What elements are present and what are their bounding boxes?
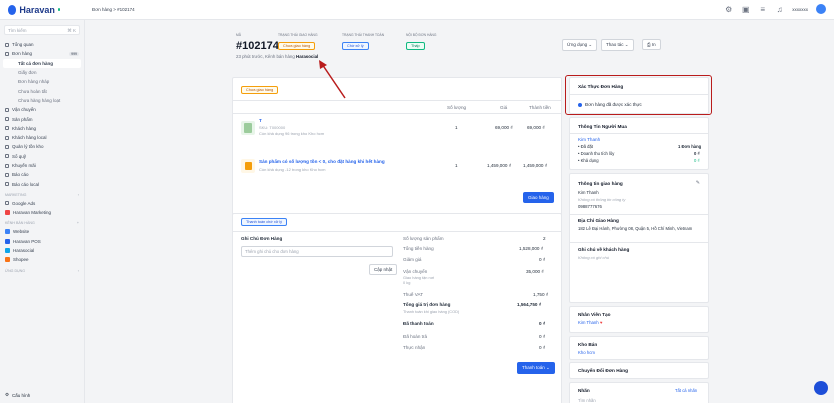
search-input[interactable]: Tìm kiếm ⌘ K [4, 25, 80, 35]
chevron-right-icon: › [77, 192, 79, 197]
gear-icon: ⚙ [5, 392, 10, 397]
chevron-right-icon: › [77, 268, 79, 273]
sidebar-item-google-ads[interactable]: Google Ads [0, 199, 84, 208]
box-icon [5, 144, 9, 149]
main-content: Mã Trạng thái giao hàng Trạng thái thanh… [85, 20, 834, 403]
section-marketing[interactable]: MARKETING › [0, 189, 84, 199]
annotation-arrow [319, 60, 346, 99]
sidebar-item-bulk[interactable]: Chưa hàng hàng loạt [0, 96, 84, 105]
marketing-icon [5, 210, 10, 216]
account-name[interactable]: xxxxxxx [792, 7, 808, 12]
logo-mark-icon [8, 4, 17, 15]
orders-icon [5, 51, 9, 56]
sidebar-item-invoices[interactable]: Giấy đơn [0, 68, 84, 77]
sidebar-item-orders[interactable]: Đơn hàng 999 [0, 49, 84, 58]
tag-icon [5, 117, 9, 122]
sidebar-settings[interactable]: ⚙ Cấu hình [5, 392, 30, 398]
sidebar-item-reports-local[interactable]: Báo cáo local [0, 179, 84, 188]
plus-icon: + [76, 221, 79, 226]
status-dot-icon [57, 8, 60, 11]
sidebar-item-shipping[interactable]: Vận chuyển [0, 105, 84, 114]
calendar-icon[interactable]: ▣ [741, 5, 750, 14]
section-channels[interactable]: KÊNH BÁN HÀNG + [0, 217, 84, 227]
sidebar-item-harasocial[interactable]: Harasocial [0, 246, 84, 255]
bell-icon[interactable]: ♫ [775, 5, 784, 14]
sidebar-item-reports[interactable]: Báo cáo [0, 170, 84, 179]
sidebar-item-overview[interactable]: Tổng quan [0, 40, 84, 49]
website-icon [5, 229, 10, 235]
truck-icon [5, 107, 9, 112]
gift-icon [5, 163, 9, 168]
user-icon [5, 126, 9, 131]
sidebar-item-promotions[interactable]: Khuyến mãi [0, 161, 84, 170]
users-icon [5, 135, 9, 140]
sidebar-item-shopee[interactable]: Shopee [0, 255, 84, 264]
pos-icon [5, 238, 10, 244]
sidebar-item-customers[interactable]: Khách hàng [0, 124, 84, 133]
sidebar-item-website[interactable]: Website [0, 227, 84, 236]
avatar[interactable] [816, 4, 826, 14]
search-placeholder: Tìm kiếm [8, 28, 27, 33]
breadcrumb[interactable]: Đơn hàng > #102174 [92, 7, 135, 12]
google-ads-icon [5, 201, 9, 206]
shopee-icon [5, 257, 10, 263]
haravan-logo[interactable]: Haravan [0, 4, 60, 15]
top-bar: Haravan Đơn hàng > #102174 ⚙ ▣ ≡ ♫ xxxxx… [0, 0, 834, 20]
wallet-icon [5, 154, 9, 159]
sidebar-item-cashbook[interactable]: Sổ quỹ [0, 152, 84, 161]
chat-button[interactable] [814, 381, 828, 395]
section-apps[interactable]: ỨNG DỤNG › [0, 265, 84, 275]
sidebar-item-draft-orders[interactable]: Đơn hàng nháp [0, 77, 84, 86]
brand-name: Haravan [19, 4, 55, 15]
settings-icon[interactable]: ⚙ [724, 5, 733, 14]
sidebar: Tìm kiếm ⌘ K Tổng quan Đơn hàng 999 Tất c… [0, 20, 85, 403]
sidebar-item-products[interactable]: Sản phẩm [0, 114, 84, 123]
sidebar-item-customers-local[interactable]: Khách hàng local [0, 133, 84, 142]
chart-icon [5, 182, 9, 187]
home-icon [5, 42, 9, 47]
sidebar-item-pos[interactable]: Haravan POS [0, 237, 84, 246]
sidebar-item-all-orders[interactable]: Tất cả đơn hàng [3, 58, 81, 68]
sidebar-item-incomplete[interactable]: Chưa hoàn tất [0, 86, 84, 95]
chart-icon [5, 172, 9, 177]
list-icon[interactable]: ≡ [758, 5, 767, 14]
orders-badge: 999 [69, 51, 79, 56]
harasocial-icon [5, 248, 10, 254]
sidebar-item-haravan-marketing[interactable]: Haravan Marketing [0, 208, 84, 217]
sidebar-item-inventory[interactable]: Quản lý tồn kho [0, 142, 84, 151]
search-shortcut: ⌘ K [67, 28, 76, 33]
